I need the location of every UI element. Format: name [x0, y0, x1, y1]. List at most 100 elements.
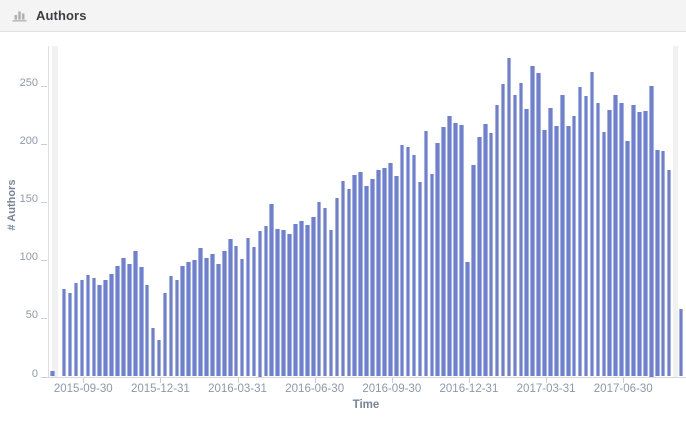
bar[interactable]	[74, 283, 79, 376]
bar[interactable]	[311, 217, 316, 376]
bar[interactable]	[542, 130, 547, 377]
bar[interactable]	[299, 221, 304, 377]
bar[interactable]	[459, 125, 464, 376]
bar[interactable]	[97, 285, 102, 377]
bar[interactable]	[80, 280, 85, 377]
bar[interactable]	[234, 246, 239, 376]
bar[interactable]	[115, 266, 120, 377]
bar[interactable]	[252, 247, 257, 376]
bar[interactable]	[222, 251, 227, 377]
bar[interactable]	[584, 96, 589, 377]
bar[interactable]	[151, 328, 156, 377]
bar[interactable]	[619, 103, 624, 377]
bar[interactable]	[133, 251, 138, 377]
bar[interactable]	[293, 224, 298, 376]
bar[interactable]	[364, 186, 369, 377]
bar[interactable]	[524, 109, 529, 377]
bar[interactable]	[507, 58, 512, 377]
bar[interactable]	[418, 182, 423, 376]
bar[interactable]	[341, 181, 346, 377]
bar[interactable]	[400, 145, 405, 377]
bar[interactable]	[572, 116, 577, 377]
bar[interactable]	[412, 155, 417, 376]
bar[interactable]	[216, 264, 221, 377]
bar[interactable]	[329, 230, 334, 377]
bar[interactable]	[602, 132, 607, 376]
bar[interactable]	[625, 141, 630, 376]
bar[interactable]	[275, 229, 280, 377]
bar[interactable]	[376, 170, 381, 376]
bar[interactable]	[424, 131, 429, 377]
bar[interactable]	[192, 260, 197, 376]
bar[interactable]	[655, 150, 660, 377]
bar[interactable]	[519, 83, 524, 376]
bar[interactable]	[287, 234, 292, 376]
bar[interactable]	[92, 278, 97, 377]
bar[interactable]	[483, 124, 488, 377]
bar[interactable]	[157, 340, 162, 376]
bar[interactable]	[382, 168, 387, 376]
bar[interactable]	[513, 95, 518, 377]
bar[interactable]	[163, 293, 168, 377]
bar[interactable]	[548, 108, 553, 377]
bar[interactable]	[613, 95, 618, 377]
bar[interactable]	[649, 86, 654, 377]
bar[interactable]	[590, 72, 595, 377]
bar[interactable]	[477, 137, 482, 377]
bar[interactable]	[169, 276, 174, 376]
bar[interactable]	[643, 111, 648, 376]
bar[interactable]	[186, 262, 191, 376]
bar[interactable]	[305, 225, 310, 376]
bar[interactable]	[530, 66, 535, 377]
bar[interactable]	[471, 165, 476, 377]
bar[interactable]	[145, 285, 150, 377]
bar[interactable]	[198, 248, 203, 376]
bar[interactable]	[269, 204, 274, 376]
bar[interactable]	[489, 133, 494, 376]
bar[interactable]	[121, 258, 126, 377]
bar[interactable]	[68, 293, 73, 377]
bar[interactable]	[210, 254, 215, 376]
bar[interactable]	[495, 105, 500, 376]
bar[interactable]	[204, 258, 209, 377]
bar[interactable]	[62, 289, 67, 376]
bar[interactable]	[370, 179, 375, 377]
bar[interactable]	[127, 264, 132, 377]
bar[interactable]	[281, 230, 286, 377]
bar[interactable]	[388, 163, 393, 376]
bar[interactable]	[465, 262, 470, 376]
bar[interactable]	[335, 198, 340, 376]
bar[interactable]	[86, 275, 91, 376]
bar[interactable]	[501, 84, 506, 376]
bar[interactable]	[228, 239, 233, 376]
bar[interactable]	[258, 231, 263, 377]
bar[interactable]	[358, 172, 363, 377]
bar[interactable]	[637, 112, 642, 376]
bar[interactable]	[631, 105, 636, 376]
bar[interactable]	[667, 170, 672, 376]
bar[interactable]	[175, 280, 180, 377]
bar[interactable]	[394, 176, 399, 376]
bar[interactable]	[406, 147, 411, 376]
bar[interactable]	[352, 175, 357, 376]
bar[interactable]	[661, 151, 666, 377]
bar[interactable]	[453, 123, 458, 377]
bar[interactable]	[103, 280, 108, 377]
bar[interactable]	[607, 110, 612, 377]
bar[interactable]	[435, 143, 440, 377]
bar[interactable]	[447, 116, 452, 377]
bar[interactable]	[566, 126, 571, 376]
bar[interactable]	[554, 126, 559, 376]
bar[interactable]	[264, 226, 269, 376]
bar[interactable]	[323, 208, 328, 377]
bar[interactable]	[578, 87, 583, 377]
bar[interactable]	[536, 73, 541, 377]
bar[interactable]	[317, 202, 322, 377]
bar[interactable]	[430, 174, 435, 377]
bar[interactable]	[679, 309, 684, 377]
bar[interactable]	[441, 127, 446, 376]
bar[interactable]	[240, 259, 245, 377]
bar[interactable]	[347, 189, 352, 376]
bar[interactable]	[596, 103, 601, 377]
bar[interactable]	[109, 274, 114, 376]
